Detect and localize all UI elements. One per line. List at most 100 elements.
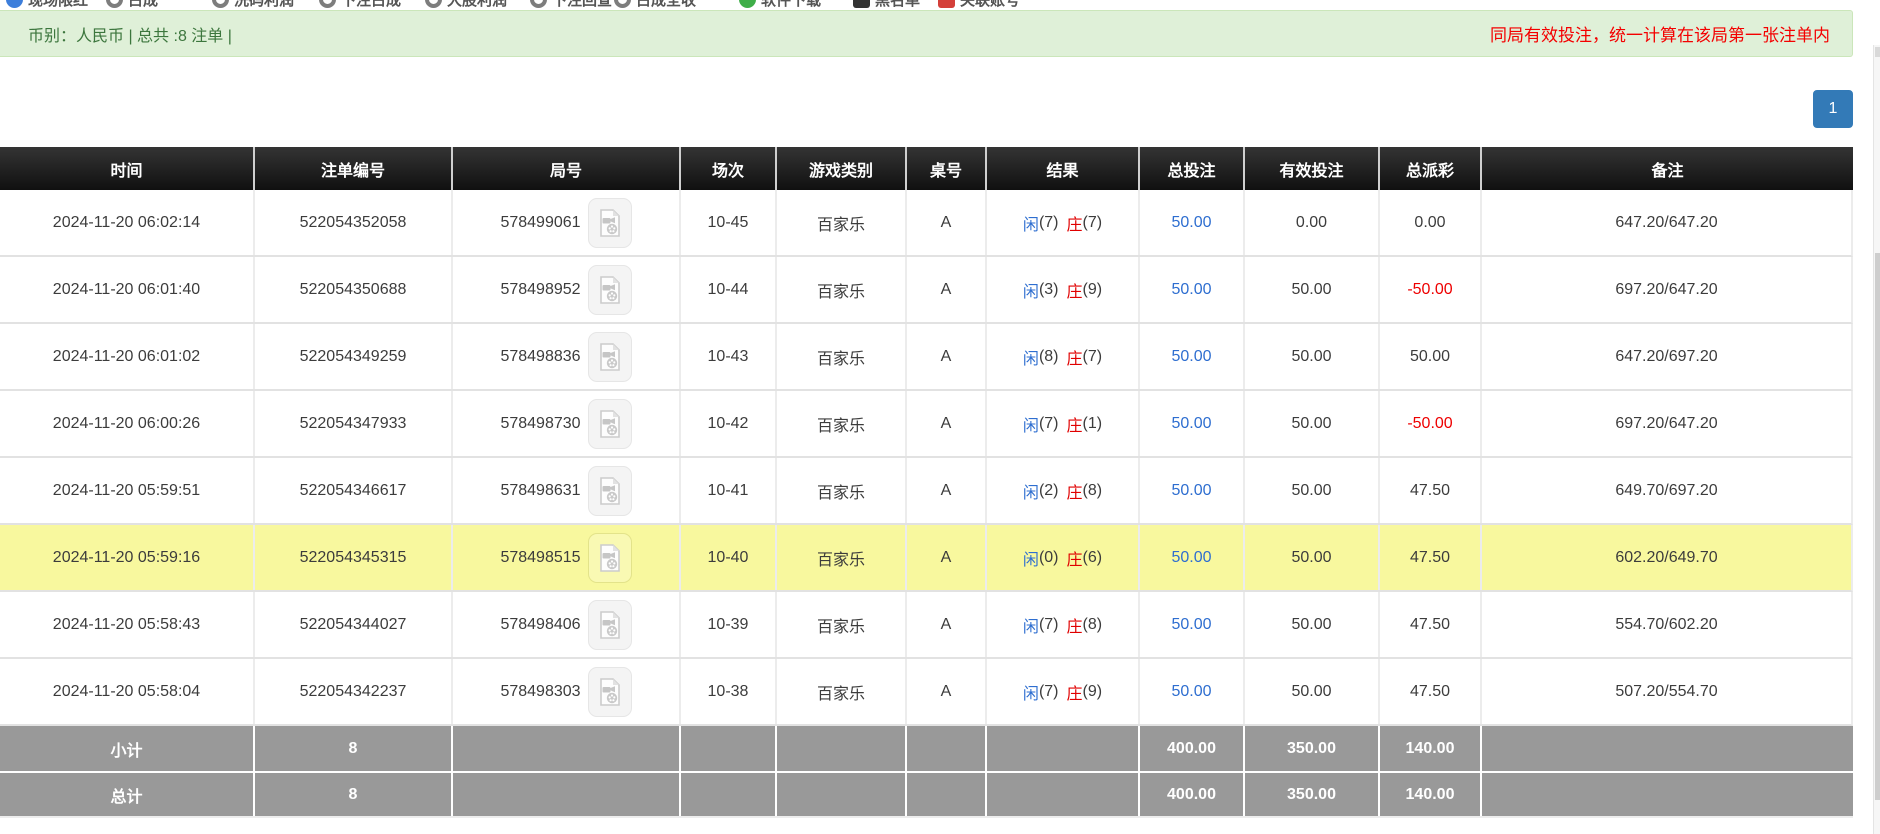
video-replay-icon [598, 678, 622, 706]
cell-total-bet-link[interactable]: 50.00 [1138, 190, 1243, 255]
cell-time: 2024-11-20 05:59:16 [0, 525, 253, 590]
cell-total-bet-link[interactable]: 50.00 [1138, 324, 1243, 389]
cell-result: 闲(7)庄(7) [985, 190, 1138, 255]
video-replay-button[interactable] [588, 332, 632, 382]
cell-valid-bet: 50.00 [1243, 324, 1378, 389]
cell-payout: 47.50 [1378, 659, 1480, 724]
video-replay-icon [598, 410, 622, 438]
cell-valid-bet: 50.00 [1243, 659, 1378, 724]
table-row: 2024-11-20 05:58:04 522054342237 5784983… [0, 659, 1853, 726]
cell-valid-bet: 50.00 [1243, 458, 1378, 523]
cell-time: 2024-11-20 06:02:14 [0, 190, 253, 255]
page-1-button[interactable]: 1 [1813, 90, 1853, 128]
cell-time: 2024-11-20 06:00:26 [0, 391, 253, 456]
cell-result: 闲(0)庄(6) [985, 525, 1138, 590]
toolbar-item-rolling[interactable]: 洗码利润 [212, 0, 294, 10]
col-header-table-no: 桌号 [905, 147, 985, 190]
subtotal-label: 小计 [0, 726, 253, 771]
toolbar-item-betshare[interactable]: 下注占成 [319, 0, 401, 10]
currency-summary-text: 币别：人民币 | 总共 :8 注单 | [28, 22, 232, 46]
cell-payout: 47.50 [1378, 458, 1480, 523]
video-replay-button[interactable] [588, 667, 632, 717]
cell-valid-bet: 0.00 [1243, 190, 1378, 255]
cell-session: 10-43 [679, 324, 775, 389]
cell-round-id: 578498631 [451, 458, 679, 523]
cell-session: 10-42 [679, 391, 775, 456]
cell-total-bet-link[interactable]: 50.00 [1138, 659, 1243, 724]
cell-remark: 649.70/697.20 [1480, 458, 1851, 523]
cell-table-no: A [905, 324, 985, 389]
cell-bet-id: 522054346617 [253, 458, 451, 523]
cell-remark: 697.20/647.20 [1480, 391, 1851, 456]
cell-payout: 0.00 [1378, 190, 1480, 255]
table-bottom-divider [0, 816, 1853, 818]
cell-total-bet-link[interactable]: 50.00 [1138, 257, 1243, 322]
valid-bet-notice: 同局有效投注，统一计算在该局第一张注单内 [1490, 21, 1830, 46]
cell-session: 10-41 [679, 458, 775, 523]
cell-result: 闲(2)庄(8) [985, 458, 1138, 523]
video-replay-icon [598, 611, 622, 639]
summary-bar: 币别：人民币 | 总共 :8 注单 | 同局有效投注，统一计算在该局第一张注单内 [0, 10, 1853, 57]
cell-bet-id: 522054350688 [253, 257, 451, 322]
toolbar-item-download[interactable]: 软件下载 [739, 0, 821, 10]
cell-total-bet-link[interactable]: 50.00 [1138, 391, 1243, 456]
cell-remark: 697.20/647.20 [1480, 257, 1851, 322]
scrollbar-thumb[interactable] [1875, 253, 1880, 800]
total-total-bet: 400.00 [1138, 773, 1243, 816]
cell-bet-id: 522054349259 [253, 324, 451, 389]
cell-total-bet-link[interactable]: 50.00 [1138, 592, 1243, 657]
toolbar-item-linked[interactable]: 关联账号 [938, 0, 1020, 10]
cell-payout: -50.00 [1378, 257, 1480, 322]
vertical-scrollbar[interactable] [1873, 45, 1880, 834]
subtotal-count: 8 [253, 726, 451, 771]
cell-valid-bet: 50.00 [1243, 391, 1378, 456]
cell-game-type: 百家乐 [775, 458, 905, 523]
video-replay-button[interactable] [588, 399, 632, 449]
table-row: 2024-11-20 06:02:14 522054352058 5784990… [0, 190, 1853, 257]
gray-circle-icon [425, 0, 442, 8]
cell-game-type: 百家乐 [775, 324, 905, 389]
toolbar-item-share[interactable]: 占成 [106, 0, 158, 10]
cell-table-no: A [905, 190, 985, 255]
cell-session: 10-39 [679, 592, 775, 657]
cell-game-type: 百家乐 [775, 525, 905, 590]
cell-time: 2024-11-20 05:58:04 [0, 659, 253, 724]
toolbar-item-limits[interactable]: 现场限红 [6, 0, 88, 10]
video-replay-button[interactable] [588, 600, 632, 650]
video-replay-icon [598, 209, 622, 237]
cell-table-no: A [905, 592, 985, 657]
cell-total-bet-link[interactable]: 50.00 [1138, 525, 1243, 590]
cell-table-no: A [905, 391, 985, 456]
col-header-total-bet: 总投注 [1138, 147, 1243, 190]
cell-payout: -50.00 [1378, 391, 1480, 456]
cell-payout: 47.50 [1378, 525, 1480, 590]
cell-time: 2024-11-20 06:01:02 [0, 324, 253, 389]
green-circle-icon [739, 0, 756, 8]
video-replay-button[interactable] [588, 466, 632, 516]
toolbar-item-profit[interactable]: 大股利润 [425, 0, 507, 10]
toolbar-item-blacklist[interactable]: 黑名单 [853, 0, 920, 10]
cell-bet-id: 522054345315 [253, 525, 451, 590]
table-row: 2024-11-20 06:01:02 522054349259 5784988… [0, 324, 1853, 391]
video-replay-button[interactable] [588, 533, 632, 583]
toolbar-item-review[interactable]: 下注回查 [530, 0, 612, 10]
cell-session: 10-40 [679, 525, 775, 590]
col-header-valid-bet: 有效投注 [1243, 147, 1378, 190]
cell-time: 2024-11-20 06:01:40 [0, 257, 253, 322]
cell-payout: 47.50 [1378, 592, 1480, 657]
toolbar-item-collect[interactable]: 占成全收 [614, 0, 696, 10]
cell-total-bet-link[interactable]: 50.00 [1138, 458, 1243, 523]
gray-circle-icon [212, 0, 229, 8]
col-header-game-type: 游戏类别 [775, 147, 905, 190]
cell-time: 2024-11-20 05:59:51 [0, 458, 253, 523]
top-toolbar: 现场限红 占成 洗码利润 下注占成 大股利润 下注回查 占成全收 软件下载 黑名… [0, 0, 1880, 10]
gray-circle-icon [106, 0, 123, 8]
bet-records-table: 时间 注单编号 局号 场次 游戏类别 桌号 结果 总投注 有效投注 总派彩 备注… [0, 147, 1853, 818]
video-replay-button[interactable] [588, 198, 632, 248]
video-replay-button[interactable] [588, 265, 632, 315]
cell-round-id: 578498303 [451, 659, 679, 724]
col-header-result: 结果 [985, 147, 1138, 190]
video-replay-icon [598, 343, 622, 371]
cell-round-id: 578498406 [451, 592, 679, 657]
scrollbar-top-tick [1875, 47, 1880, 57]
